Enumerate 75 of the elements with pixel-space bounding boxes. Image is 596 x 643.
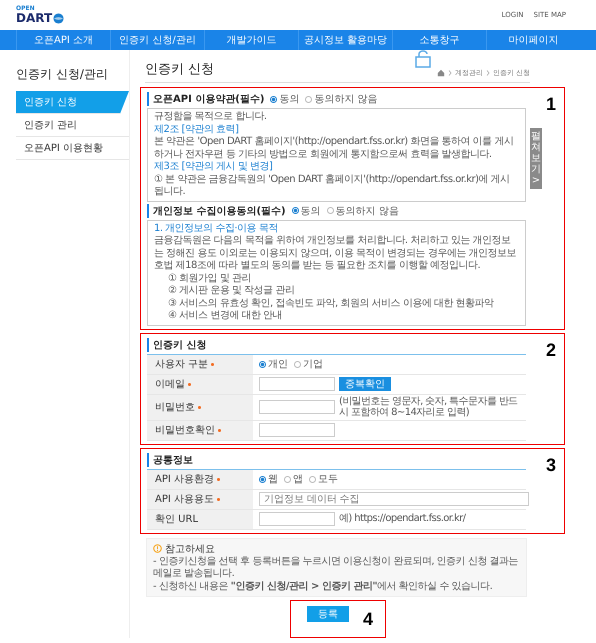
radio-label: 모두 xyxy=(318,473,338,486)
nav-item[interactable]: 오픈API 소개 xyxy=(16,30,110,50)
radio-button[interactable] xyxy=(326,207,334,214)
radio-button[interactable] xyxy=(270,96,278,102)
radio-button[interactable] xyxy=(294,360,301,368)
radio-button[interactable] xyxy=(305,96,312,102)
field-label: 비밀번호 xyxy=(147,394,253,420)
nav-item[interactable]: 소통창구 xyxy=(392,30,486,50)
clause-heading: 제2조 [약관의 효력] xyxy=(154,124,240,136)
clause-text: ① 본 약관은 금융감독원의 'Open DART 홈페이지'(http://opendart.fss.or.kr)에 게시됩니다. xyxy=(154,174,511,198)
clause-text: 본 약관은 'Open DART 홈페이지'(http://opendart.fss.or.kr) 화면을 통하여 이를 게시하거나 전자우편 등 기타의 방법으로 회원에게 통지함으로써 효력을 발생합니다. xyxy=(154,136,514,161)
url-field[interactable] xyxy=(259,512,335,526)
section-title: 인증키 신청 xyxy=(147,338,206,352)
radio-label: 동의하지 않음 xyxy=(314,93,378,106)
usage-field[interactable]: 기업정보 데이터 수집 xyxy=(259,492,529,506)
page-title: 인증키 신청 xyxy=(145,61,214,78)
radio-button[interactable] xyxy=(259,476,266,482)
submit-button[interactable]: 등록 xyxy=(307,606,349,622)
email-field[interactable] xyxy=(259,377,335,391)
radio-label: 앱 xyxy=(293,473,303,486)
password-hint: (비밀번호는 영문자, 숫자, 특수문자를 반드시 포함하여 8~14자리로 입력) xyxy=(339,396,519,418)
terms-box[interactable] xyxy=(147,108,526,202)
privacy-box[interactable] xyxy=(147,220,526,326)
radio-button[interactable] xyxy=(284,476,291,482)
radio-label: 개인 xyxy=(268,358,288,371)
expand-tab[interactable]: 펼쳐보기 > xyxy=(530,128,542,189)
clause-heading: 제3조 [약관의 게시 및 변경] xyxy=(154,161,274,174)
chevron-icon xyxy=(448,70,452,76)
clause-heading: 1. 개인정보의 수집·이용 목적 xyxy=(154,222,279,235)
nav-item[interactable]: 인증키 신청/관리 xyxy=(110,30,204,50)
nav-item[interactable]: 공시정보 활용마당 xyxy=(298,30,392,50)
list-item: ③ 서비스의 유효성 확인, 접속빈도 파악, 회원의 서비스 이용에 대한 현황파악 xyxy=(167,298,495,310)
annotation-number: 4 xyxy=(362,609,373,630)
radio-button[interactable] xyxy=(309,476,316,482)
annotation-number: 2 xyxy=(546,340,556,360)
info-icon xyxy=(153,544,162,553)
notice-title: 참고하세요 xyxy=(165,542,215,556)
section-title: 개인정보 수집이용동의(필수) xyxy=(147,204,286,218)
clause-text: 규정함을 목적으로 합니다. xyxy=(154,111,268,124)
field-label: API 사용환경 xyxy=(147,470,253,488)
radio-label: 동의하지 않음 xyxy=(336,204,399,218)
radio-label: 동의 xyxy=(279,93,300,106)
annotation-number: 3 xyxy=(546,454,556,476)
lock-icon xyxy=(415,50,431,68)
nav-item[interactable]: 개발가이드 xyxy=(204,30,298,50)
sidebar-item[interactable]: 오픈API 이용현황 xyxy=(16,137,129,160)
field-label: API 사용용도 xyxy=(147,490,253,508)
sidebar-item[interactable]: 인증키 신청 xyxy=(16,91,129,114)
radio-label: 동의 xyxy=(300,204,321,218)
field-label: 확인 URL xyxy=(147,510,253,528)
list-item: ① 회원가입 및 관리 xyxy=(167,272,252,285)
section-title: 오픈API 이용약관(필수) xyxy=(147,92,264,106)
home-icon[interactable] xyxy=(436,69,445,77)
password-field[interactable] xyxy=(259,423,335,437)
password-field[interactable] xyxy=(259,400,335,414)
list-item: ④ 서비스 변경에 대한 안내 xyxy=(167,310,284,322)
url-hint: 예) https://opendart.fss.or.kr/ xyxy=(339,513,466,525)
radio-label: 웹 xyxy=(268,473,278,486)
sidebar-item[interactable]: 인증키 관리 xyxy=(16,114,129,137)
field-label: 비밀번호확인 xyxy=(147,420,253,440)
radio-button[interactable] xyxy=(259,360,266,368)
annotation-number: 1 xyxy=(546,94,556,115)
notice-text: - 신청하신 내용은 "인증키 신청/관리 > 인증키 관리"에서 확인하실 수 있습니다. xyxy=(153,580,494,593)
field-label: 사용자 구분 xyxy=(147,354,253,374)
radio-button[interactable] xyxy=(292,207,299,214)
duplicate-check-button[interactable]: 중복확인 xyxy=(339,377,391,391)
list-item: ② 게시판 운용 및 작성글 관리 xyxy=(167,285,296,298)
sidebar-title: 인증키 신청/관리 xyxy=(16,66,109,83)
chevron-icon xyxy=(486,70,490,76)
section-title: 공통정보 xyxy=(147,452,193,466)
clause-text: 금융감독원은 다음의 목적을 위하여 개인정보를 처리합니다. 처리하고 있는 개인정보는 정해진 용도 이외로는 이용되지 않으며, 이용 목적이 변경되는 경우에는 개인정보보호법 제18조에 따라 별도의 동의를 받는 등 필요한 조치를 이행할 예정입니다. xyxy=(154,235,517,272)
nav-item[interactable]: 마이페이지 xyxy=(486,30,580,50)
notice-text: - 인증키신청을 선택 후 등록버튼을 누르시면 이용신청이 완료되며, 인증키 신청 결과는 메일로 발송됩니다. xyxy=(153,556,520,580)
field-label: 이메일 xyxy=(147,374,253,394)
radio-label: 기업 xyxy=(303,358,323,371)
